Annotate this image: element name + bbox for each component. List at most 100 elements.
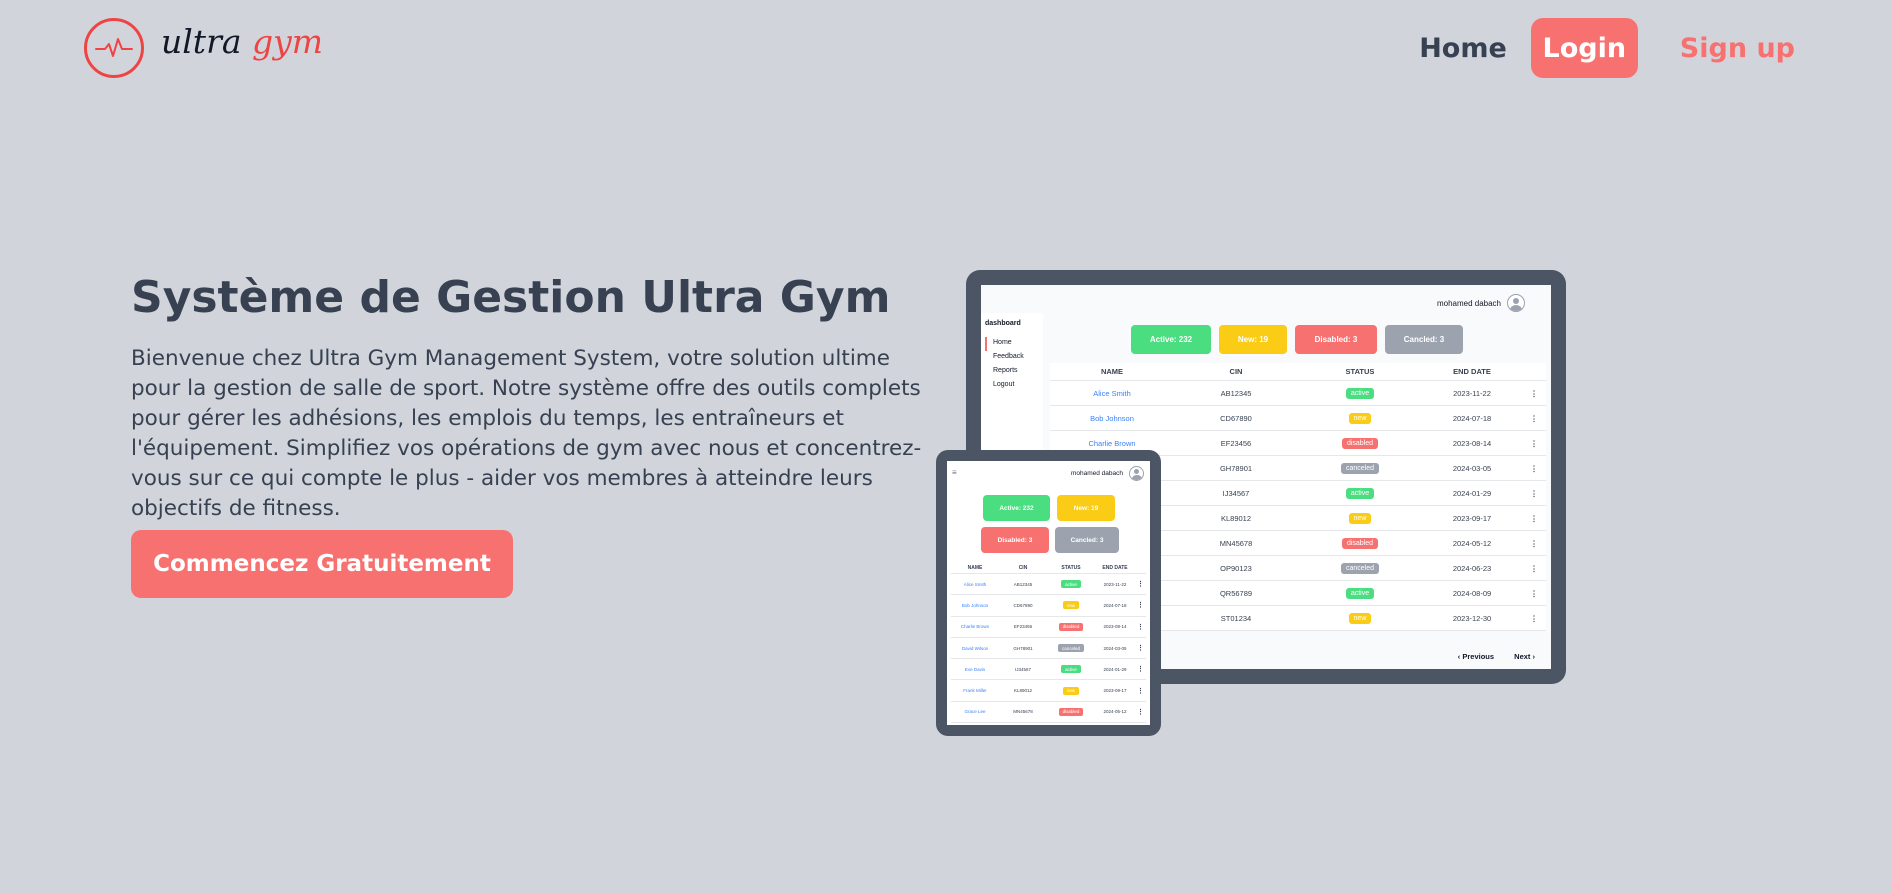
pagination: ‹ Previous Next ›: [1440, 652, 1535, 661]
more-options-icon[interactable]: ⋮: [1522, 606, 1546, 630]
tablet-preview: ≡ mohamed dabach Active: 232 New: 19 Dis…: [936, 450, 1161, 736]
status-badge: canceled: [1340, 562, 1380, 574]
stat-disabled: Disabled: 3: [1295, 325, 1377, 354]
member-status: active: [1047, 574, 1095, 594]
member-end-date: 2024-07-18: [1103, 602, 1127, 608]
dashboard-user: mohamed dabach: [1437, 294, 1525, 312]
member-status: new: [1298, 606, 1422, 630]
stat-canceled: Cancled: 3: [1385, 325, 1463, 354]
more-options-icon[interactable]: ⋮: [1522, 481, 1546, 505]
status-badge: disabled: [1058, 707, 1084, 716]
sidebar-title: dashboard: [985, 320, 1021, 327]
member-cin: KL89012: [1220, 513, 1252, 523]
member-name-link[interactable]: Bob Johnson: [951, 595, 999, 615]
member-status: active: [1298, 381, 1422, 405]
member-cin: KL89012: [1013, 688, 1033, 694]
tablet-stat-new: New: 19: [1057, 495, 1115, 521]
previous-page-button[interactable]: ‹ Previous: [1458, 652, 1494, 661]
menu-icon: ≡: [952, 468, 957, 477]
member-name-link[interactable]: Frank Miller: [951, 680, 999, 700]
member-cin: MN45678: [1219, 538, 1253, 548]
more-options-icon[interactable]: ⋮: [1135, 595, 1146, 615]
status-badge: new: [1062, 686, 1080, 695]
more-options-icon[interactable]: ⋮: [1522, 381, 1546, 405]
table-row[interactable]: Eve Davis IJ34567 active 2024-01-29 ⋮: [951, 659, 1146, 681]
member-status: disabled: [1047, 617, 1095, 637]
member-cin: CD67890: [1013, 602, 1033, 608]
member-status: new: [1298, 506, 1422, 530]
more-options-icon[interactable]: ⋮: [1522, 406, 1546, 430]
hero-title: Système de Gestion Ultra Gym: [131, 272, 891, 323]
brand-name: ultra gym: [161, 25, 323, 58]
tablet-screenshot: ≡ mohamed dabach Active: 232 New: 19 Dis…: [947, 461, 1150, 725]
member-name-link[interactable]: Bob Johnson: [1050, 406, 1174, 430]
nav-home-link[interactable]: Home: [1419, 33, 1507, 64]
more-options-icon[interactable]: ⋮: [1522, 581, 1546, 605]
table-row[interactable]: Alice Smith AB12345 active 2023-11-22 ⋮: [951, 574, 1146, 596]
member-status: disabled: [1298, 431, 1422, 455]
member-end-date: 2023-08-14: [1103, 624, 1127, 630]
more-options-icon[interactable]: ⋮: [1135, 659, 1146, 679]
member-end-date: 2024-08-09: [1452, 588, 1492, 598]
member-status: canceled: [1298, 456, 1422, 480]
tablet-column-header-name: NAME: [967, 564, 983, 571]
member-cin: GH78901: [1219, 463, 1253, 473]
member-cin: ST01234: [1220, 613, 1252, 623]
brand-name-part2: gym: [252, 21, 324, 61]
member-status: new: [1298, 406, 1422, 430]
top-nav: Home Login Sign up: [1419, 18, 1795, 78]
brand-logo[interactable]: ultra gym: [83, 17, 323, 79]
member-name-link[interactable]: Alice Smith: [1050, 381, 1174, 405]
more-options-icon[interactable]: ⋮: [1522, 431, 1546, 455]
member-status: active: [1047, 659, 1095, 679]
member-cin: CD67890: [1220, 413, 1252, 423]
tablet-stat-canceled: Cancled: 3: [1055, 527, 1119, 553]
more-options-icon[interactable]: ⋮: [1135, 702, 1146, 722]
more-options-icon[interactable]: ⋮: [1135, 617, 1146, 637]
member-cin: OP90123: [1220, 563, 1252, 573]
member-cin: QR56789: [1219, 588, 1253, 598]
member-status: active: [1298, 581, 1422, 605]
more-options-icon[interactable]: ⋮: [1135, 680, 1146, 700]
table-row[interactable]: Charlie Brown EF23456 disabled 2023-08-14 ⋮: [951, 617, 1146, 638]
sidebar-item-home: Home: [993, 339, 1012, 346]
sidebar-item-logout: Logout: [993, 381, 1015, 388]
avatar-icon: [1507, 294, 1525, 312]
start-free-button[interactable]: Commencez Gratuitement: [131, 530, 513, 598]
signup-link[interactable]: Sign up: [1680, 33, 1795, 64]
more-options-icon[interactable]: ⋮: [1135, 574, 1146, 594]
next-page-button[interactable]: Next ›: [1514, 652, 1535, 661]
status-badge: canceled: [1340, 462, 1380, 474]
member-end-date: 2023-11-22: [1103, 581, 1127, 587]
login-button[interactable]: Login: [1530, 18, 1638, 78]
status-badge: active: [1061, 580, 1081, 589]
member-name-link[interactable]: Grace Lee: [951, 702, 999, 722]
tablet-column-header-status: STATUS: [1061, 564, 1081, 571]
member-name-link[interactable]: Alice Smith: [951, 574, 999, 594]
table-row[interactable]: Grace Lee MN45678 disabled 2024-05-12 ⋮: [951, 702, 1146, 724]
member-name-link[interactable]: Eve Davis: [951, 659, 999, 679]
more-options-icon[interactable]: ⋮: [1135, 638, 1146, 658]
table-row[interactable]: Alice Smith AB12345 active 2023-11-22 ⋮: [1050, 381, 1546, 406]
tablet-stat-active: Active: 232: [983, 495, 1050, 521]
member-name-link[interactable]: Charlie Brown: [951, 617, 999, 637]
table-row[interactable]: Bob Johnson CD67890 new 2024-07-18 ⋮: [951, 595, 1146, 617]
status-badge: disabled: [1058, 622, 1084, 631]
more-options-icon[interactable]: ⋮: [1522, 556, 1546, 580]
status-badge: disabled: [1341, 437, 1379, 449]
table-row[interactable]: Bob Johnson CD67890 new 2024-07-18 ⋮: [1050, 406, 1546, 431]
member-status: canceled: [1047, 638, 1095, 658]
more-options-icon[interactable]: ⋮: [1522, 531, 1546, 555]
member-cin: AB12345: [1220, 388, 1252, 398]
more-options-icon[interactable]: ⋮: [1522, 506, 1546, 530]
status-badge: new: [1062, 601, 1080, 610]
member-end-date: 2024-06-23: [1452, 563, 1492, 573]
member-status: new: [1047, 680, 1095, 700]
member-name-link[interactable]: David Wilson: [951, 638, 999, 658]
sidebar-active-marker: [985, 337, 987, 351]
more-options-icon[interactable]: ⋮: [1522, 456, 1546, 480]
member-end-date: 2024-05-12: [1103, 709, 1127, 715]
table-row[interactable]: Frank Miller KL89012 new 2023-09-17 ⋮: [951, 680, 1146, 702]
table-row[interactable]: David Wilson GH78901 canceled 2024-03-05 ⋮: [951, 638, 1146, 660]
status-badge: canceled: [1057, 644, 1084, 653]
